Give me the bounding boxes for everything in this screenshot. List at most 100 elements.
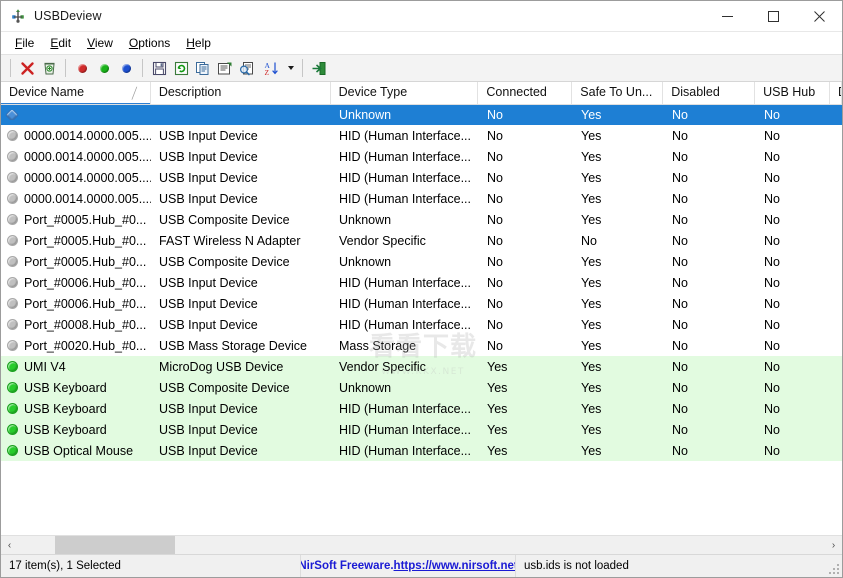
column-device-type[interactable]: Device Type	[331, 82, 479, 104]
green-circle-icon	[100, 64, 109, 73]
maximize-button[interactable]	[750, 1, 796, 31]
menu-file[interactable]: File	[7, 34, 42, 52]
cell-device-type: HID (Human Interface...	[331, 150, 479, 164]
scroll-right-arrow-icon[interactable]: ›	[825, 536, 842, 554]
resize-grip[interactable]	[828, 563, 840, 575]
table-row[interactable]: USB KeyboardUSB Composite DeviceUnknownY…	[1, 377, 842, 398]
cell-device-type: HID (Human Interface...	[331, 297, 479, 311]
table-row[interactable]: Port_#0005.Hub_#0...USB Composite Device…	[1, 209, 842, 230]
table-row[interactable]: Port_#0006.Hub_#0...USB Input DeviceHID …	[1, 272, 842, 293]
cell-connected: No	[479, 171, 573, 185]
disable-device-button[interactable]	[71, 57, 93, 79]
table-row[interactable]: Port_#0005.Hub_#0...FAST Wireless N Adap…	[1, 230, 842, 251]
scroll-left-arrow-icon[interactable]: ‹	[1, 536, 18, 554]
cell-device-name: Port_#0005.Hub_#0...	[1, 234, 151, 248]
cell-safe-to-unplug: Yes	[573, 423, 664, 437]
disconnected-status-icon	[7, 130, 18, 141]
table-row[interactable]: 0000.0014.0000.005....USB Input DeviceHI…	[1, 188, 842, 209]
table-row[interactable]: 0000.0014.0000.005....USB Input DeviceHI…	[1, 167, 842, 188]
close-button[interactable]	[796, 1, 842, 31]
cell-connected: No	[479, 318, 573, 332]
refresh-button[interactable]	[170, 57, 192, 79]
menu-options[interactable]: Options	[121, 34, 178, 52]
cell-device-type: Unknown	[331, 108, 479, 122]
table-row[interactable]: Port_#0008.Hub_#0...USB Input DeviceHID …	[1, 314, 842, 335]
device-name-label: Port_#0006.Hub_#0...	[24, 297, 146, 311]
table-row[interactable]: Port_#0006.Hub_#0... USB Input DeviceHID …	[1, 293, 842, 314]
toolbar: A Z	[1, 54, 842, 82]
column-disabled[interactable]: Disabled	[663, 82, 755, 104]
cell-connected: No	[479, 192, 573, 206]
device-name-label: USB Optical Mouse	[24, 444, 133, 458]
enable-device-button[interactable]	[93, 57, 115, 79]
disable-enable-device-button[interactable]	[115, 57, 137, 79]
cell-device-name: USB Keyboard	[1, 381, 151, 395]
table-row[interactable]: USB Optical MouseUSB Input DeviceHID (Hu…	[1, 440, 842, 461]
table-row[interactable]: 0000.0014.0000.005....USB Input DeviceHI…	[1, 125, 842, 146]
menu-view[interactable]: View	[79, 34, 121, 52]
save-selected-items-button[interactable]	[148, 57, 170, 79]
table-row[interactable]: UMI V4MicroDog USB DeviceVendor Specific…	[1, 356, 842, 377]
column-usb-hub[interactable]: USB Hub	[755, 82, 830, 104]
table-row[interactable]: USB KeyboardUSB Input DeviceHID (Human I…	[1, 398, 842, 419]
copy-selected-items-button[interactable]	[192, 57, 214, 79]
cell-usb-hub: No	[756, 339, 831, 353]
cell-connected: Yes	[479, 402, 573, 416]
connected-status-icon	[7, 424, 18, 435]
menu-help[interactable]: Help	[178, 34, 219, 52]
column-description[interactable]: Description	[151, 82, 331, 104]
scrollbar-thumb[interactable]	[55, 536, 175, 554]
column-header-label: Device Type	[339, 85, 408, 99]
toolbar-separator	[302, 59, 303, 77]
table-row[interactable]: Port_#0020.Hub_#0...USB Mass Storage Dev…	[1, 335, 842, 356]
status-credit[interactable]: NirSoft Freeware. https://www.nirsoft.ne…	[301, 555, 516, 577]
column-d-truncated[interactable]: D	[830, 82, 842, 104]
cell-connected: No	[479, 213, 573, 227]
uninstall-device-button[interactable]	[16, 57, 38, 79]
cell-usb-hub: No	[756, 171, 831, 185]
status-item-count: 17 item(s), 1 Selected	[1, 555, 301, 577]
column-connected[interactable]: Connected	[478, 82, 572, 104]
cell-disabled: No	[664, 255, 756, 269]
connected-status-icon	[7, 403, 18, 414]
cell-disabled: No	[664, 339, 756, 353]
cell-device-name: 0000.0014.0000.005....	[1, 150, 151, 164]
column-safe-to-unplug[interactable]: Safe To Un...	[572, 82, 663, 104]
cell-description: USB Input Device	[151, 297, 331, 311]
table-row[interactable]: UnknownNoYesNoNo	[1, 104, 842, 125]
disconnected-status-icon	[7, 298, 18, 309]
column-device-name[interactable]: Device Name╱	[1, 82, 151, 104]
cell-device-name: Port_#0020.Hub_#0...	[1, 339, 151, 353]
table-row[interactable]: USB KeyboardUSB Input DeviceHID (Human I…	[1, 419, 842, 440]
cell-description: USB Input Device	[151, 171, 331, 185]
connected-status-icon	[7, 445, 18, 456]
scrollbar-track[interactable]	[18, 536, 825, 554]
cell-safe-to-unplug: Yes	[573, 381, 664, 395]
clean-unused-devices-button[interactable]	[38, 57, 60, 79]
menu-edit[interactable]: Edit	[42, 34, 79, 52]
minimize-button[interactable]	[704, 1, 750, 31]
cell-disabled: No	[664, 234, 756, 248]
cell-device-type: Unknown	[331, 213, 479, 227]
device-name-label: USB Keyboard	[24, 381, 107, 395]
cell-device-name: Port_#0008.Hub_#0...	[1, 318, 151, 332]
sort-button[interactable]: A Z	[258, 57, 284, 79]
cell-disabled: No	[664, 360, 756, 374]
cell-usb-hub: No	[756, 129, 831, 143]
cell-connected: Yes	[479, 444, 573, 458]
sort-dropdown-button[interactable]	[284, 57, 297, 79]
exit-button[interactable]	[308, 57, 330, 79]
disconnected-status-icon	[7, 151, 18, 162]
disconnected-status-icon	[7, 235, 18, 246]
cell-connected: Yes	[479, 381, 573, 395]
table-row[interactable]: Port_#0005.Hub_#0...USB Composite Device…	[1, 251, 842, 272]
cell-description: FAST Wireless N Adapter	[151, 234, 331, 248]
credit-url-link[interactable]: https://www.nirsoft.net	[394, 560, 516, 572]
properties-button[interactable]	[214, 57, 236, 79]
cell-disabled: No	[664, 444, 756, 458]
horizontal-scrollbar[interactable]: ‹ ›	[1, 535, 842, 554]
html-report-button[interactable]	[236, 57, 258, 79]
cell-description: USB Input Device	[151, 402, 331, 416]
table-row[interactable]: 0000.0014.0000.005....USB Input DeviceHI…	[1, 146, 842, 167]
cell-safe-to-unplug: No	[573, 234, 664, 248]
